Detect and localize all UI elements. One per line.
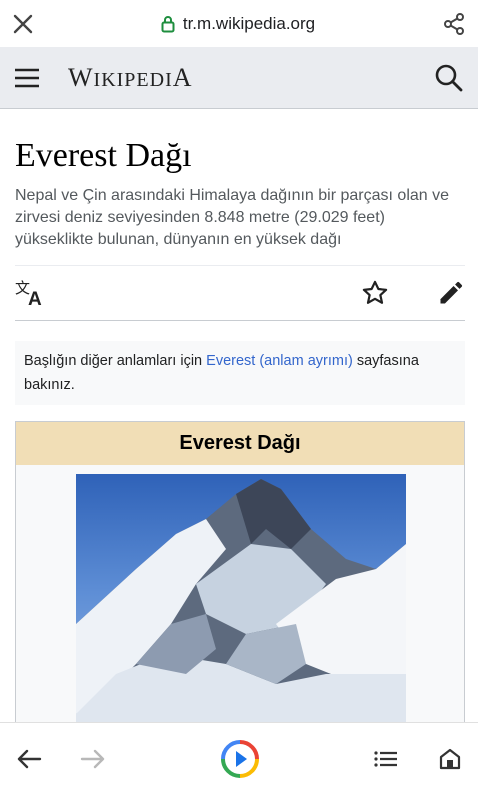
infobox-title: Everest Dağı xyxy=(16,422,464,465)
wordmark-last: A xyxy=(172,62,193,92)
star-icon[interactable] xyxy=(361,279,389,307)
hatnote: Başlığın diğer anlamları için Everest (a… xyxy=(15,341,465,405)
address-bar[interactable]: tr.m.wikipedia.org xyxy=(161,14,315,34)
menu-icon[interactable] xyxy=(14,68,40,88)
svg-text:A: A xyxy=(28,289,42,307)
wordmark-rest: IKIPEDI xyxy=(93,68,173,91)
play-icon[interactable] xyxy=(220,739,260,779)
list-icon[interactable] xyxy=(374,750,398,768)
browser-toolbar: tr.m.wikipedia.org xyxy=(0,0,478,47)
lock-icon xyxy=(161,15,175,33)
article-description: Nepal ve Çin arasındaki Himalaya dağının… xyxy=(15,187,450,248)
article-content: Everest Dağı Nepal ve Çin arasındaki Him… xyxy=(15,109,465,743)
page-actions: 文A xyxy=(15,265,465,321)
wikipedia-header: WIKIPEDIA xyxy=(0,47,478,109)
share-icon[interactable] xyxy=(442,12,466,36)
url-text: tr.m.wikipedia.org xyxy=(182,13,316,33)
mountain-photo[interactable] xyxy=(76,474,406,742)
disambiguation-link[interactable]: Everest (anlam ayrımı) xyxy=(206,353,353,369)
wikipedia-wordmark[interactable]: WIKIPEDIA xyxy=(68,63,193,93)
close-icon[interactable] xyxy=(12,13,34,35)
bottom-navigation xyxy=(0,722,478,795)
language-icon[interactable]: 文A xyxy=(15,279,47,307)
hatnote-text-before: Başlığın diğer anlamları için xyxy=(24,353,207,369)
pencil-icon[interactable] xyxy=(437,279,465,307)
arrow-left-icon[interactable] xyxy=(16,747,42,771)
page-title: Everest Dağı xyxy=(15,137,192,174)
infobox: Everest Dağı xyxy=(15,421,465,743)
arrow-right-icon[interactable] xyxy=(80,747,106,771)
wordmark-first: W xyxy=(68,62,94,92)
search-icon[interactable] xyxy=(434,63,464,93)
home-icon[interactable] xyxy=(438,747,462,771)
